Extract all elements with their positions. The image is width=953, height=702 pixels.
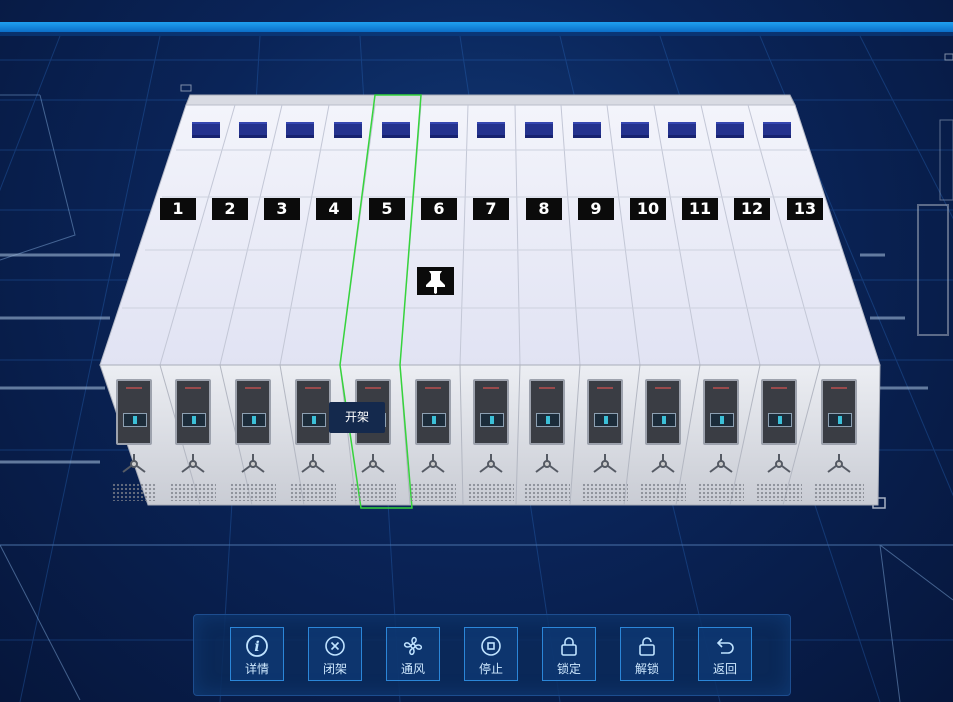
- wheel-handle-icon: [651, 454, 675, 473]
- cabinet-front-3[interactable]: [226, 365, 280, 505]
- ventilate-label: 通风: [400, 662, 425, 676]
- stop-button[interactable]: 停止: [464, 627, 518, 681]
- unlock-button[interactable]: 解锁: [620, 627, 674, 681]
- column-label-3[interactable]: 3: [264, 198, 300, 220]
- column-cap: [573, 122, 601, 138]
- column-cap: [334, 122, 362, 138]
- wheel-handle-icon: [479, 454, 503, 473]
- column-label-12[interactable]: 12: [734, 198, 770, 220]
- svg-text:i: i: [254, 639, 259, 655]
- cabinet-front-8[interactable]: [520, 365, 574, 505]
- pin-icon[interactable]: [417, 267, 454, 295]
- wheel-handle-icon: [241, 454, 265, 473]
- column-cap: [716, 122, 744, 138]
- close-rack-button[interactable]: 闭架: [308, 627, 362, 681]
- column-cap: [382, 122, 410, 138]
- column-label-1[interactable]: 1: [160, 198, 196, 220]
- close-rack-label: 闭架: [322, 662, 347, 676]
- lock-button[interactable]: 锁定: [542, 627, 596, 681]
- cabinet-front-11[interactable]: [694, 365, 748, 505]
- column-cap: [763, 122, 791, 138]
- column-label-7[interactable]: 7: [473, 198, 509, 220]
- wheel-handle-icon: [535, 454, 559, 473]
- stop-icon: [481, 636, 501, 656]
- stop-label: 停止: [478, 662, 503, 676]
- cabinet-front-12[interactable]: [752, 365, 806, 505]
- cabinet-front-10[interactable]: [636, 365, 690, 505]
- column-label-11[interactable]: 11: [682, 198, 718, 220]
- column-cap: [668, 122, 696, 138]
- details-button[interactable]: i 详情: [230, 627, 284, 681]
- fan-icon: [403, 636, 423, 656]
- wheel-handle-icon: [767, 454, 791, 473]
- control-toolbar: i 详情 闭架 通风 停止 锁定 解锁 返回: [193, 614, 791, 696]
- info-icon: i: [246, 635, 268, 657]
- lock-label: 锁定: [556, 662, 581, 676]
- cabinet-front-13[interactable]: [810, 365, 868, 505]
- return-label: 返回: [712, 662, 737, 676]
- return-icon: [716, 638, 734, 654]
- column-label-8[interactable]: 8: [526, 198, 562, 220]
- column-cap: [192, 122, 220, 138]
- column-label-9[interactable]: 9: [578, 198, 614, 220]
- column-label-6[interactable]: 6: [421, 198, 457, 220]
- wheel-handle-icon: [301, 454, 325, 473]
- cabinet-front-5[interactable]: [346, 365, 400, 505]
- column-label-4[interactable]: 4: [316, 198, 352, 220]
- open-rack-tooltip[interactable]: 开架: [329, 402, 385, 433]
- wheel-handle-icon: [421, 454, 445, 473]
- return-button[interactable]: 返回: [698, 627, 752, 681]
- column-label-10[interactable]: 10: [630, 198, 666, 220]
- cabinet-front-1[interactable]: [108, 365, 160, 505]
- column-cap: [239, 122, 267, 138]
- wheel-handle-icon: [827, 454, 851, 473]
- lock-icon: [561, 637, 577, 656]
- cabinet-front-6[interactable]: [406, 365, 460, 505]
- column-label-5[interactable]: 5: [369, 198, 405, 220]
- wheel-handle-icon: [122, 454, 146, 473]
- column-label-2[interactable]: 2: [212, 198, 248, 220]
- ventilate-button[interactable]: 通风: [386, 627, 440, 681]
- cabinet-front-2[interactable]: [166, 365, 220, 505]
- unlock-label: 解锁: [634, 662, 659, 676]
- mobile-shelving-3d-view[interactable]: 1 2 3 4 5 6 7 8 9 10 11 12 13 开架: [0, 0, 953, 702]
- column-cap: [430, 122, 458, 138]
- close-circle-icon: [325, 636, 345, 656]
- column-cap: [621, 122, 649, 138]
- column-cap: [525, 122, 553, 138]
- cabinet-front-4[interactable]: [286, 365, 340, 505]
- wheel-handle-icon: [361, 454, 385, 473]
- details-label: 详情: [244, 662, 269, 676]
- column-label-13[interactable]: 13: [787, 198, 823, 220]
- wheel-handle-icon: [593, 454, 617, 473]
- wheel-handle-icon: [181, 454, 205, 473]
- column-cap: [477, 122, 505, 138]
- column-cap: [286, 122, 314, 138]
- wheel-handle-icon: [709, 454, 733, 473]
- cabinet-front-9[interactable]: [578, 365, 632, 505]
- rack-body: [99, 94, 881, 509]
- unlock-icon: [639, 637, 655, 656]
- cabinet-front-7[interactable]: [464, 365, 518, 505]
